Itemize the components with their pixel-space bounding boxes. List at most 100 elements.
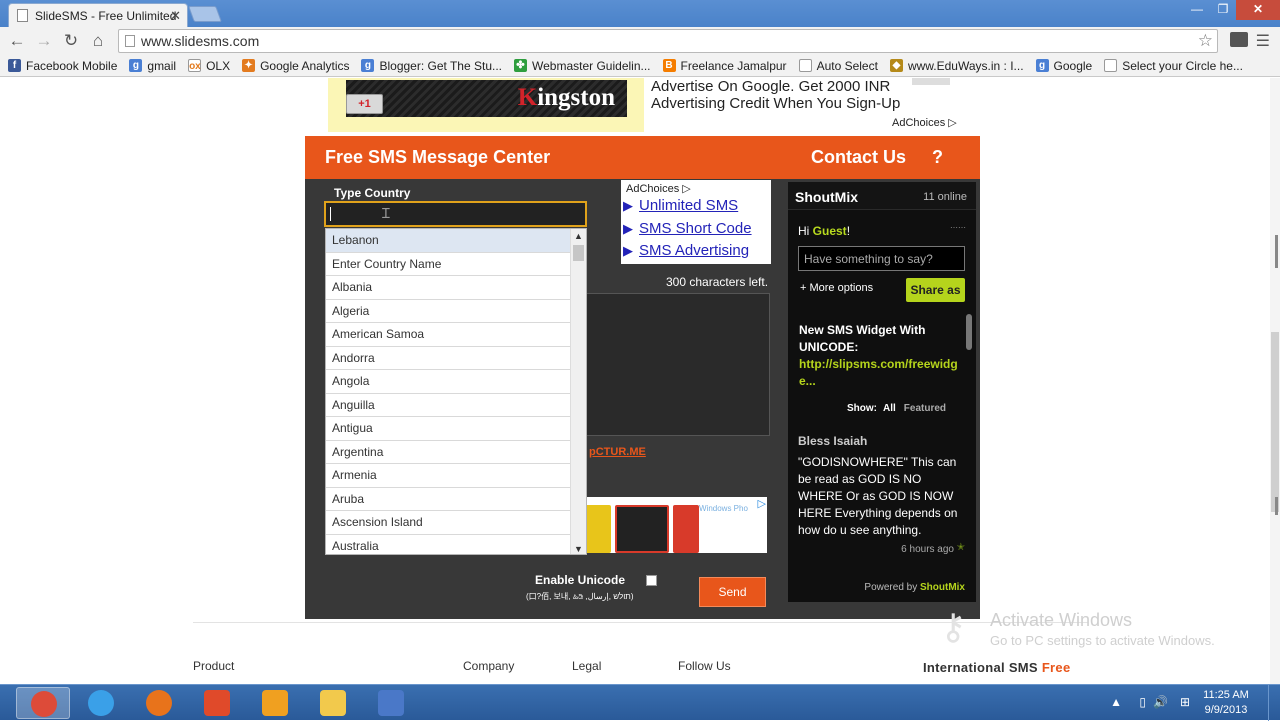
bookmark-star-icon[interactable]: ☆ (1198, 31, 1213, 51)
country-option[interactable]: Lebanon (326, 229, 572, 253)
country-option[interactable]: Aruba (326, 488, 572, 511)
forward-arrow-icon[interactable]: → (33, 31, 55, 51)
bookmark-item[interactable]: Select your Circle he... (1104, 59, 1243, 73)
pctur-link[interactable]: pCTUR.ME (589, 446, 646, 458)
country-option[interactable]: Australia (326, 535, 572, 555)
country-option[interactable]: Enter Country Name (326, 253, 572, 276)
scroll-up-icon[interactable]: ▲ (574, 231, 583, 241)
ad-copy[interactable]: Advertise On Google. Get 2000 INR Advert… (651, 78, 900, 112)
country-option[interactable]: Algeria (326, 300, 572, 323)
country-option[interactable]: Ascension Island (326, 511, 572, 535)
new-tab-button[interactable] (188, 6, 222, 22)
country-option[interactable]: American Samoa (326, 323, 572, 347)
ad-link[interactable]: ▶ Unlimited SMS (621, 195, 771, 218)
bookmark-label: Auto Select (816, 58, 878, 73)
bookmark-item[interactable]: g Blogger: Get The Stu... (361, 59, 502, 73)
country-input[interactable]: Ɪ (324, 201, 587, 227)
bookmark-item[interactable]: B Freelance Jamalpur (662, 59, 787, 73)
dropdown-scrollbar[interactable]: ▲ ▼ (570, 229, 586, 554)
power-icon (204, 690, 230, 716)
star-icon[interactable]: ✭ (957, 542, 965, 553)
taskbar-app[interactable] (74, 687, 128, 719)
page-scroll-thumb[interactable] (1271, 332, 1279, 512)
ad-button-stub[interactable] (912, 78, 950, 85)
bookmark-item[interactable]: ✤ Webmaster Guidelin... (514, 59, 651, 73)
country-option[interactable]: Armenia (326, 464, 572, 488)
chrome-menu-icon[interactable]: ☰ (1256, 31, 1270, 51)
message-textarea[interactable] (582, 293, 770, 436)
shout-input[interactable]: Have something to say? (798, 246, 965, 271)
taskbar-app[interactable] (306, 687, 360, 719)
scroll-thumb[interactable] (573, 245, 584, 261)
show-desktop-button[interactable] (1268, 685, 1280, 721)
ad-link[interactable]: ▶ SMS Short Code (621, 218, 771, 241)
bookmark-item[interactable]: g Google (1035, 58, 1093, 73)
clock[interactable]: 11:25 AM 9/9/2013 (1196, 688, 1256, 718)
restore-icon[interactable]: ❐ (1210, 0, 1236, 20)
country-option[interactable]: Andorra (326, 347, 572, 370)
bookmark-item[interactable]: ◆ www.EduWays.in : I... (889, 59, 1024, 73)
close-tab-icon[interactable]: ✕ (170, 8, 181, 24)
back-arrow-icon[interactable]: ← (6, 31, 28, 51)
options-dots-icon[interactable]: ⋯⋯ (950, 223, 966, 232)
contact-us-link[interactable]: Contact Us (811, 147, 906, 168)
bookmark-item[interactable]: f Facebook Mobile (8, 59, 117, 73)
country-option[interactable]: Antigua (326, 417, 572, 441)
clock-date: 9/9/2013 (1204, 704, 1248, 716)
help-link[interactable]: ? (932, 147, 943, 168)
filter-featured[interactable]: Featured (904, 403, 946, 414)
bookmark-item[interactable]: g gmail (129, 59, 176, 73)
adchoices-link[interactable]: AdChoices ▷ (621, 180, 771, 195)
taskbar-app[interactable] (248, 687, 302, 719)
more-options-link[interactable]: + More options (800, 282, 873, 294)
tray-arrow-icon[interactable]: ▲ (1110, 695, 1122, 709)
country-option[interactable]: Angola (326, 370, 572, 394)
battery-icon[interactable]: ▯ (1139, 695, 1146, 709)
kingston-banner[interactable]: +1 Kingston (346, 80, 627, 117)
shoutmix-widget: ShoutMix 11 online Hi Guest! ⋯⋯ Have som… (788, 182, 976, 602)
activate-subtitle: Go to PC settings to activate Windows. (990, 633, 1215, 648)
reload-icon[interactable]: ↻ (60, 31, 82, 51)
taskbar-app[interactable] (132, 687, 186, 719)
browser-toolbar: ← → ↻ ⌂ www.slidesms.com ☆ ☰ (0, 27, 1280, 55)
network-icon[interactable]: ⊞ (1180, 695, 1190, 709)
shoutmix-header: ShoutMix 11 online (788, 182, 976, 210)
address-bar[interactable]: www.slidesms.com ☆ (118, 29, 1218, 53)
message-author[interactable]: Bless Isaiah (798, 434, 867, 448)
country-option[interactable]: Anguilla (326, 394, 572, 417)
google-plus-one-button[interactable]: +1 (346, 94, 383, 114)
close-window-icon[interactable]: ✕ (1236, 0, 1280, 20)
taskbar-app[interactable] (364, 687, 418, 719)
bookmark-label: Blogger: Get The Stu... (379, 58, 502, 73)
country-option[interactable]: Albania (326, 276, 572, 300)
edge-mark (1275, 497, 1278, 515)
scroll-down-icon[interactable]: ▼ (574, 544, 583, 554)
news-url[interactable]: http://slipsms.com/freewidge... (799, 356, 969, 390)
bookmark-item[interactable]: ✦ Google Analytics (242, 59, 349, 73)
adchoices-link[interactable]: AdChoices ▷ (892, 116, 957, 129)
adchoices-icon[interactable]: ▷ (758, 497, 766, 510)
bookmark-item[interactable]: Auto Select (798, 58, 878, 73)
page-scrollbar[interactable] (1270, 78, 1280, 684)
text-ad-box: AdChoices ▷ ▶ Unlimited SMS ▶ SMS Short Cod… (621, 180, 771, 264)
send-button[interactable]: Send (699, 577, 766, 607)
volume-icon[interactable]: 🔊 (1153, 695, 1168, 709)
phone-advertisement[interactable]: Windows Pho ▷ (585, 497, 767, 553)
minimize-icon[interactable]: — (1184, 0, 1210, 20)
extension-icon[interactable] (1230, 32, 1248, 47)
bookmark-item[interactable]: ox OLX (188, 59, 230, 73)
bookmark-label: Google (1053, 58, 1093, 73)
unicode-checkbox[interactable] (646, 575, 657, 586)
bookmark-label: Webmaster Guidelin... (532, 58, 651, 73)
taskbar-app[interactable] (190, 687, 244, 719)
home-icon[interactable]: ⌂ (87, 31, 109, 51)
country-dropdown[interactable]: Lebanon Enter Country Name Albania Algeria A… (325, 228, 587, 555)
browser-tab[interactable]: SlideSMS - Free Unlimited ✕ (8, 3, 188, 27)
shoutmix-link[interactable]: ShoutMix (920, 582, 965, 593)
country-option[interactable]: Argentina (326, 441, 572, 464)
filter-all[interactable]: All (883, 403, 896, 414)
taskbar-app[interactable] (16, 687, 70, 719)
share-as-button[interactable]: Share as (906, 278, 965, 302)
ad-link[interactable]: ▶ SMS Advertising (621, 240, 771, 263)
online-count[interactable]: 11 online (923, 191, 967, 203)
